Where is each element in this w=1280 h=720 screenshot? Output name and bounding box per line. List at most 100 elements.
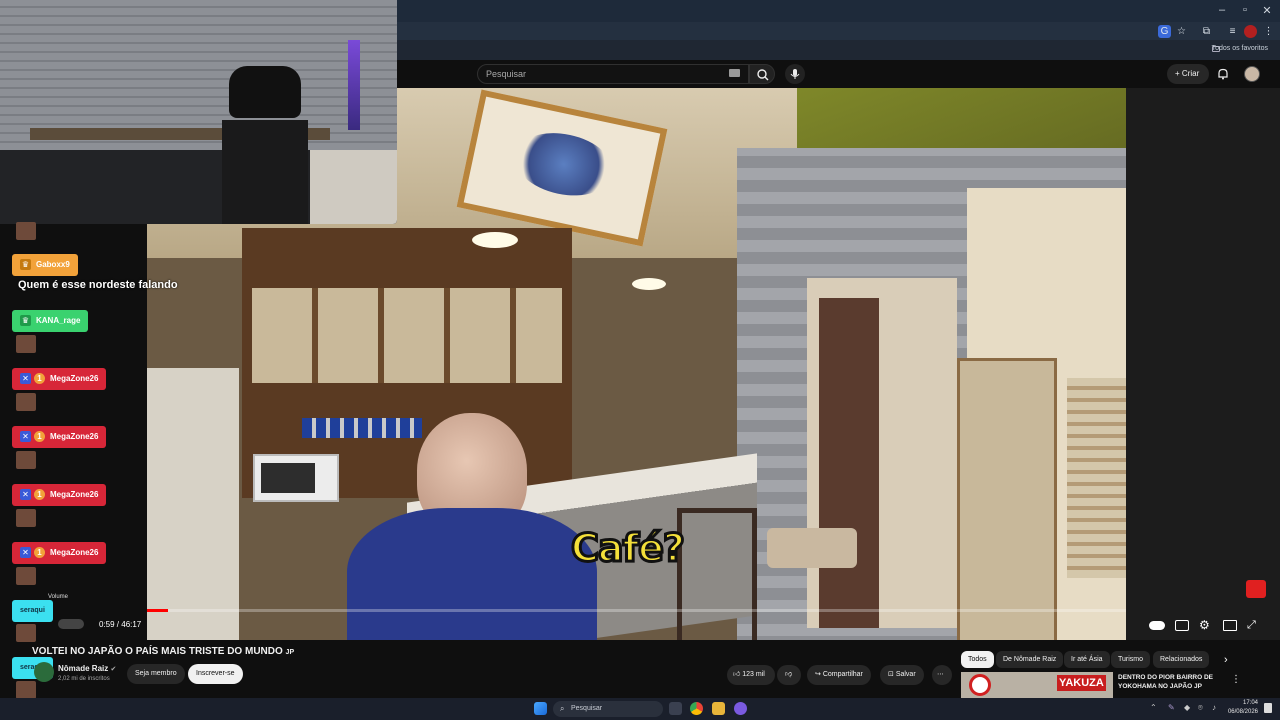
bookmark-icon: ⊡: [888, 671, 896, 678]
search-icon: [757, 69, 769, 81]
like-count: 123 mil: [742, 671, 765, 678]
chat-username: MegaZone26: [50, 548, 99, 557]
autoplay-toggle-icon[interactable]: [1149, 621, 1165, 630]
join-member-button[interactable]: Seja membro: [127, 664, 185, 684]
notification-icon[interactable]: [1264, 703, 1272, 713]
progress-bar-played: [147, 609, 168, 612]
menu-kebab-icon[interactable]: ⋮: [1262, 25, 1275, 38]
dislike-button[interactable]: 👎︎: [777, 665, 801, 685]
taskbar-clock-time[interactable]: 17:04: [1243, 700, 1258, 706]
chip-todos[interactable]: Todos: [961, 651, 994, 668]
plus-icon: +: [1175, 69, 1182, 78]
star-icon[interactable]: ☆: [1175, 25, 1188, 38]
chat-avatar: [16, 624, 36, 642]
channel-watermark-icon[interactable]: [1246, 580, 1266, 598]
x-badge-icon: ✕: [20, 431, 31, 442]
save-label: Salvar: [895, 671, 916, 678]
sub-badge-icon: 1: [34, 547, 45, 558]
recommended-thumbnail[interactable]: YAKUZA: [961, 672, 1113, 698]
fullscreen-icon[interactable]: ⤢: [1247, 620, 1261, 631]
channel-name-text: Nômade Raiz: [58, 664, 109, 673]
close-icon[interactable]: ✕: [1260, 4, 1274, 17]
extensions-icon[interactable]: ⧉: [1200, 25, 1213, 38]
x-badge-icon: ✕: [20, 373, 31, 384]
create-button[interactable]: + Criar: [1167, 64, 1209, 84]
chip-relacionados[interactable]: Relacionados: [1153, 651, 1210, 668]
webcam-chair: [229, 66, 301, 118]
thumbs-down-icon: 👎︎: [785, 671, 793, 678]
subtitles-icon[interactable]: [1175, 620, 1189, 631]
scene-microwave: [253, 454, 339, 502]
scene-bookshelf: [1067, 378, 1126, 578]
chat-avatar: [16, 567, 36, 585]
taskbar-clock-date[interactable]: 06/08/2026: [1228, 709, 1258, 715]
notifications-bell-icon[interactable]: [1216, 67, 1230, 81]
chrome-icon[interactable]: [690, 702, 703, 715]
search-input[interactable]: Pesquisar: [477, 64, 749, 84]
keyboard-icon[interactable]: [729, 69, 740, 77]
wifi-icon[interactable]: ⌾: [1198, 703, 1203, 713]
translate-icon[interactable]: G: [1158, 25, 1171, 38]
voice-search-button[interactable]: [785, 64, 805, 84]
windows-start-icon[interactable]: [534, 702, 547, 715]
chat-username: MegaZone26: [50, 374, 99, 383]
bookmarks-all-label[interactable]: Todos os favoritos: [1212, 45, 1268, 52]
recommended-title[interactable]: DENTRO DO PIOR BAIRRO DE YOKOHAMA NO JAP…: [1118, 673, 1218, 691]
video-title-text: VOLTEI NO JAPÃO O PAÍS MAIS TRISTE DO MU…: [32, 646, 283, 657]
share-button[interactable]: ↪ Compartilhar: [807, 665, 871, 685]
thumbs-up-icon: 👍︎: [733, 671, 743, 678]
channel-avatar[interactable]: [34, 662, 54, 682]
chat-username: seraqui: [20, 607, 45, 614]
subscriber-count: 2,02 mi de inscritos: [58, 676, 110, 682]
chip-asia[interactable]: Ir até Ásia: [1064, 651, 1110, 668]
tray-chevron-icon[interactable]: ⌃: [1150, 703, 1157, 712]
flag-label: JP: [1193, 683, 1202, 690]
chat-username-badge: ♛ Gaboxx9: [12, 254, 78, 276]
chevron-right-icon[interactable]: ›: [1224, 654, 1228, 666]
chat-avatar: [16, 335, 36, 353]
chip-turismo[interactable]: Turismo: [1111, 651, 1151, 668]
maximize-icon[interactable]: ▫: [1238, 4, 1252, 16]
recommended-menu-icon[interactable]: ⋮: [1231, 674, 1241, 685]
chat-username-badge: ✕ 1 MegaZone26: [12, 484, 107, 506]
scene-man-shirt: [347, 508, 597, 640]
progress-bar[interactable]: [147, 609, 1126, 612]
x-badge-icon: ✕: [20, 489, 31, 500]
file-explorer-icon[interactable]: [712, 702, 725, 715]
more-horizontal-icon: ⋯: [937, 671, 944, 678]
taskbar-search-icon: ⌕: [560, 704, 565, 713]
taskbar-search[interactable]: Pesquisar: [553, 701, 663, 717]
profile-icon[interactable]: [1244, 25, 1257, 38]
chat-avatar: [16, 509, 36, 527]
chat-username-badge: ♛ KANA_rage: [12, 310, 89, 332]
channel-name[interactable]: Nômade Raiz ✔: [58, 664, 116, 673]
discord-icon[interactable]: [734, 702, 747, 715]
save-button[interactable]: ⊡ Salvar: [880, 665, 924, 685]
sub-badge-icon: 1: [34, 431, 45, 442]
create-label: Criar: [1181, 69, 1200, 78]
crown-icon: ♛: [20, 259, 31, 270]
chat-avatar: [16, 222, 36, 240]
more-actions-button[interactable]: ⋯: [932, 665, 952, 685]
account-avatar[interactable]: [1244, 66, 1260, 82]
theater-mode-icon[interactable]: [1223, 620, 1237, 631]
x-badge-icon: ✕: [20, 547, 31, 558]
volume-icon[interactable]: ♪: [1212, 703, 1216, 712]
volume-slider[interactable]: [58, 619, 84, 629]
chip-channel[interactable]: De Nômade Raiz: [996, 651, 1064, 668]
chat-username: Gaboxx9: [36, 260, 70, 269]
media-icon[interactable]: ≡: [1226, 25, 1239, 38]
subscribe-button[interactable]: Inscrever-se: [188, 664, 243, 684]
like-button[interactable]: 👍︎ 123 mil: [727, 665, 775, 685]
volume-tooltip: Volume: [48, 594, 69, 600]
chat-username-badge: seraqui: [12, 600, 53, 622]
video-caption: Café?: [570, 525, 687, 572]
chat-message-text: Quem é esse nordeste falando: [18, 279, 178, 291]
chat-username-badge: ✕ 1 MegaZone26: [12, 426, 107, 448]
tray-app-icon[interactable]: ◆: [1184, 703, 1190, 712]
minimize-icon[interactable]: –: [1215, 4, 1229, 16]
search-button[interactable]: [749, 64, 775, 84]
settings-gear-icon[interactable]: ⚙: [1199, 619, 1213, 631]
tray-pen-icon[interactable]: ✎: [1168, 703, 1175, 712]
task-view-icon[interactable]: [669, 702, 682, 715]
